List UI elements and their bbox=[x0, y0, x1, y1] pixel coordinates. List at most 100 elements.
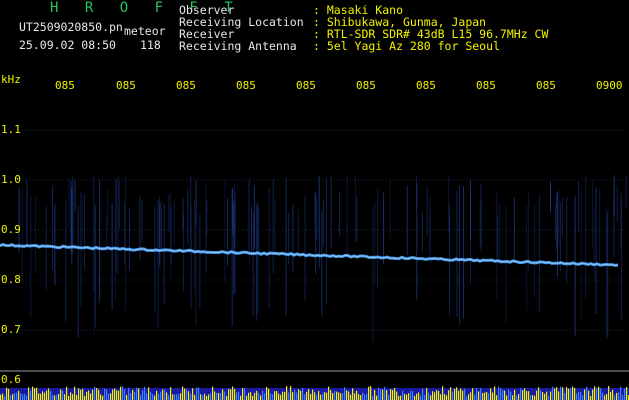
band-bar bbox=[232, 386, 234, 400]
band-bar bbox=[172, 394, 174, 400]
band-bar bbox=[10, 395, 12, 400]
axis-unit: kHz bbox=[1, 73, 21, 86]
band-bar bbox=[142, 390, 144, 400]
band-bar bbox=[596, 388, 598, 400]
band-bar bbox=[346, 390, 348, 400]
band-bar bbox=[502, 390, 504, 400]
band-bar bbox=[154, 395, 156, 400]
band-bar bbox=[518, 394, 520, 400]
band-bar bbox=[266, 386, 268, 400]
band-bar bbox=[552, 386, 554, 400]
band-bar bbox=[48, 388, 50, 400]
band-bar bbox=[270, 393, 272, 400]
band-bar bbox=[530, 395, 532, 400]
band-bar bbox=[386, 389, 388, 400]
band-bar bbox=[512, 395, 514, 400]
band-bar bbox=[612, 389, 614, 400]
band-bar bbox=[454, 388, 456, 400]
band-bar bbox=[568, 388, 570, 400]
band-bar bbox=[160, 391, 162, 400]
band-bar bbox=[278, 393, 280, 400]
band-bar bbox=[388, 394, 390, 400]
band-bar bbox=[410, 391, 412, 400]
band-bar bbox=[70, 392, 72, 400]
band-bar bbox=[492, 392, 494, 400]
band-bar bbox=[436, 390, 438, 400]
band-bar bbox=[68, 396, 70, 400]
band-bar bbox=[506, 395, 508, 400]
band-bar bbox=[312, 389, 314, 400]
band-bar bbox=[198, 387, 200, 400]
band-bar bbox=[124, 389, 126, 400]
band-bar bbox=[398, 395, 400, 400]
band-bar bbox=[556, 387, 558, 400]
band-bar bbox=[238, 391, 240, 400]
band-bar bbox=[374, 390, 376, 400]
x-tick-label: 085 bbox=[416, 79, 436, 92]
band-bar bbox=[404, 393, 406, 400]
band-bar bbox=[240, 395, 242, 400]
band-bar bbox=[590, 396, 592, 400]
band-bar bbox=[324, 392, 326, 400]
band-bar bbox=[516, 395, 518, 400]
band-bar bbox=[426, 388, 428, 400]
band-bar bbox=[288, 392, 290, 400]
band-bar bbox=[546, 391, 548, 400]
band-bar bbox=[236, 392, 238, 400]
band-bar bbox=[576, 393, 578, 400]
band-bar bbox=[332, 393, 334, 400]
band-bar bbox=[390, 389, 392, 400]
band-bar bbox=[442, 386, 444, 400]
band-bar bbox=[228, 389, 230, 400]
band-bar bbox=[66, 386, 68, 400]
band-bar bbox=[536, 390, 538, 400]
band-bar bbox=[78, 388, 80, 400]
band-bar bbox=[100, 394, 102, 400]
band-bar bbox=[116, 390, 118, 400]
band-bar bbox=[396, 391, 398, 400]
band-bar bbox=[434, 392, 436, 400]
band-bar bbox=[74, 386, 76, 400]
band-bar bbox=[204, 393, 206, 400]
band-bar bbox=[6, 387, 8, 400]
band-bar bbox=[480, 388, 482, 400]
band-bar bbox=[362, 392, 364, 400]
band-bar bbox=[554, 388, 556, 400]
band-bar bbox=[292, 392, 294, 400]
band-bar bbox=[140, 394, 142, 400]
band-bar bbox=[456, 387, 458, 400]
band-bar bbox=[244, 387, 246, 400]
band-bar bbox=[120, 386, 122, 400]
band-bar bbox=[80, 389, 82, 400]
band-bar bbox=[334, 391, 336, 400]
band-bar bbox=[602, 392, 604, 400]
band-bar bbox=[46, 390, 48, 400]
band-bar bbox=[594, 386, 596, 400]
band-bar bbox=[222, 389, 224, 400]
band-bar bbox=[348, 391, 350, 400]
band-bar bbox=[164, 389, 166, 400]
band-bar bbox=[114, 388, 116, 400]
band-bar bbox=[138, 388, 140, 400]
band-bar bbox=[424, 395, 426, 400]
band-bar bbox=[338, 392, 340, 400]
band-bar bbox=[468, 394, 470, 400]
band-bar bbox=[72, 394, 74, 400]
band-bar bbox=[316, 394, 318, 400]
band-bar bbox=[328, 386, 330, 400]
band-bar bbox=[618, 392, 620, 400]
band-bar bbox=[432, 391, 434, 400]
band-bar bbox=[582, 395, 584, 400]
band-bar bbox=[106, 389, 108, 400]
band-bar bbox=[430, 395, 432, 400]
band-bar bbox=[476, 388, 478, 400]
band-bar bbox=[284, 392, 286, 400]
band-bar bbox=[566, 387, 568, 400]
band-bar bbox=[592, 389, 594, 400]
y-tick-label: 1.0 bbox=[1, 173, 21, 186]
band-bar bbox=[96, 388, 98, 400]
band-bar bbox=[134, 391, 136, 400]
band-bar bbox=[178, 394, 180, 400]
band-bar bbox=[610, 391, 612, 400]
band-bar bbox=[30, 390, 32, 400]
